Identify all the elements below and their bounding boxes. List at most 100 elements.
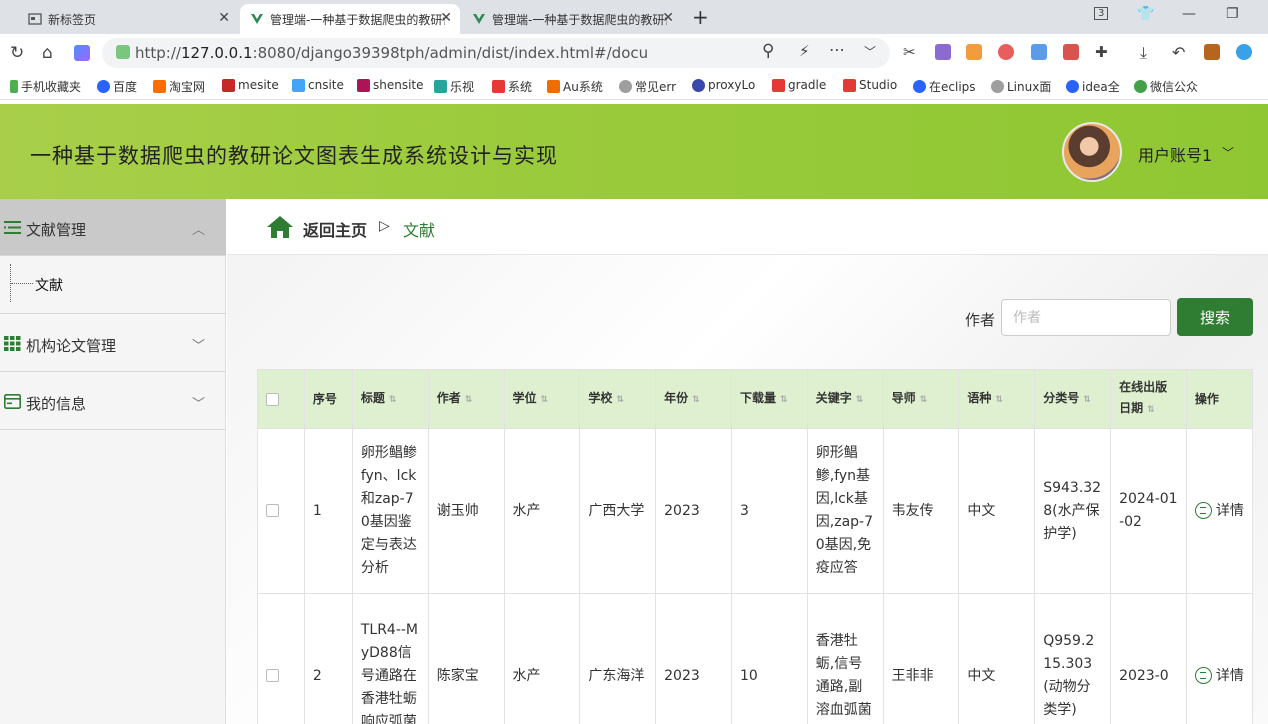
- table-row[interactable]: 1 卵形鲳鲹fyn、lck和zap-70基因鉴定与表达分析 谢玉帅 水产 广西大…: [257, 428, 1253, 594]
- sidebar-item-literature-management[interactable]: 文献管理 ︿: [0, 199, 226, 256]
- row-checkbox[interactable]: [266, 504, 279, 517]
- chevron-down-icon[interactable]: ﹀: [864, 43, 876, 60]
- sidebar-item-institution-papers[interactable]: 机构论文管理 ﹀: [0, 315, 226, 372]
- detail-button[interactable]: 详情: [1194, 502, 1244, 519]
- row-checkbox[interactable]: [266, 669, 279, 682]
- column-header[interactable]: 在线出版日期 ⇅: [1110, 369, 1187, 429]
- bookmark-item[interactable]: 在eclips: [913, 78, 976, 95]
- download-icon[interactable]: ⤓: [1140, 43, 1147, 63]
- breadcrumb-home-link[interactable]: 返回主页: [303, 217, 367, 241]
- ai-assistant-icon[interactable]: [74, 45, 90, 61]
- eye-icon[interactable]: [998, 44, 1014, 60]
- bookmark-item[interactable]: 乐视: [434, 78, 474, 95]
- bookmark-item[interactable]: Studio: [843, 78, 897, 92]
- sidebar-item-my-info[interactable]: 我的信息 ﹀: [0, 373, 226, 430]
- column-header[interactable]: 学位 ⇅: [503, 369, 581, 429]
- bookmark-item[interactable]: Au系统: [547, 78, 603, 95]
- tab-count-badge[interactable]: 3: [1094, 7, 1109, 20]
- home-nav-icon[interactable]: ⌂: [42, 43, 53, 63]
- scissors-icon[interactable]: ✂: [903, 43, 916, 61]
- bookmark-item[interactable]: 系统: [492, 78, 532, 95]
- column-header[interactable]: 导师 ⇅: [882, 369, 960, 429]
- row-select-cell: [257, 593, 305, 724]
- cell-downloads: 3: [730, 428, 808, 594]
- search-button[interactable]: 搜索: [1177, 298, 1253, 336]
- shirt-icon[interactable]: 👕: [1137, 6, 1154, 22]
- bookmark-item[interactable]: 淘宝网: [153, 78, 205, 95]
- more-icon[interactable]: ⋯: [829, 40, 845, 59]
- bookmark-item[interactable]: gradle: [772, 78, 826, 92]
- cell-school: 广东海洋: [579, 593, 657, 724]
- column-header[interactable]: 关键字 ⇅: [806, 369, 884, 429]
- sort-icon[interactable]: ⇅: [780, 395, 788, 405]
- cell-class-number: Q959.215.303(动物分类学): [1034, 593, 1112, 724]
- close-tab-icon[interactable]: ✕: [662, 10, 674, 26]
- column-header[interactable]: 下载量 ⇅: [730, 369, 808, 429]
- cell-actions: 详情: [1185, 593, 1253, 724]
- extension-box-icon[interactable]: [1063, 44, 1079, 60]
- column-header[interactable]: 分类号 ⇅: [1034, 369, 1112, 429]
- sort-icon[interactable]: ⇅: [389, 395, 397, 405]
- bookmark-item[interactable]: 手机收藏夹: [10, 78, 81, 95]
- browser-tab-new[interactable]: 新标签页 ✕: [18, 4, 238, 34]
- column-header[interactable]: 年份 ⇅: [655, 369, 732, 429]
- search-author-input[interactable]: [1001, 299, 1171, 336]
- close-tab-icon[interactable]: ✕: [440, 10, 452, 26]
- bookmark-item[interactable]: idea全: [1066, 78, 1120, 95]
- column-header[interactable]: 学校 ⇅: [579, 369, 657, 429]
- bookmark-item[interactable]: Linux面: [991, 78, 1051, 95]
- url-input[interactable]: http://127.0.0.1:8080/django39398tph/adm…: [102, 38, 890, 68]
- sort-icon[interactable]: ⇅: [692, 395, 700, 405]
- browser-tab-strip: 新标签页 ✕ 管理端-一种基于数据爬虫的教研论文图表生成系统设计与实现 ✕ 管理…: [0, 0, 1268, 34]
- cell-pub-date: 2024-01-02: [1110, 428, 1187, 594]
- browser-account-icon[interactable]: [1236, 44, 1252, 60]
- browser-tab-admin-1[interactable]: 管理端-一种基于数据爬虫的教研论文图表生成系统设计与实现 ✕: [240, 4, 460, 34]
- cell-keywords: 香港牡蛎,信号通路,副溶血弧菌: [806, 593, 884, 724]
- sort-icon[interactable]: ⇅: [995, 395, 1003, 405]
- sort-icon[interactable]: ⇅: [541, 395, 549, 405]
- site-security-icon[interactable]: [116, 45, 130, 59]
- chevron-down-icon[interactable]: ﹀: [1222, 144, 1234, 161]
- cell-keywords: 卵形鲳鲹,fyn基因,lck基因,zap-70基因,免疫应答: [806, 428, 884, 594]
- sort-icon[interactable]: ⇅: [856, 395, 864, 405]
- sort-icon[interactable]: ⇅: [920, 395, 928, 405]
- game-icon[interactable]: [966, 44, 982, 60]
- sort-icon[interactable]: ⇅: [1147, 405, 1155, 415]
- lightning-icon[interactable]: ⚡: [799, 42, 810, 60]
- cell-class-number: S943.328(水产保护学): [1034, 428, 1112, 594]
- minimize-icon[interactable]: —: [1182, 6, 1196, 22]
- bookmark-item[interactable]: cnsite: [292, 78, 344, 92]
- column-header[interactable]: 语种 ⇅: [958, 369, 1036, 429]
- home-icon[interactable]: [266, 215, 294, 239]
- select-all-checkbox[interactable]: [266, 392, 279, 406]
- cell-downloads: 10: [730, 593, 808, 724]
- reload-icon[interactable]: ↻: [10, 43, 24, 63]
- bookmark-item[interactable]: 百度: [97, 78, 137, 95]
- detail-button[interactable]: 详情: [1194, 667, 1244, 684]
- column-header: 序号: [303, 369, 353, 429]
- sort-icon[interactable]: ⇅: [1083, 395, 1091, 405]
- bookmark-item[interactable]: shensite: [357, 78, 424, 92]
- sort-icon[interactable]: ⇅: [616, 395, 624, 405]
- toolbox-icon[interactable]: [1204, 44, 1220, 60]
- mail-icon[interactable]: [1031, 44, 1047, 60]
- new-tab-button[interactable]: +: [692, 5, 709, 29]
- restore-icon[interactable]: ❐: [1226, 6, 1239, 22]
- bookmark-item[interactable]: 常见err: [619, 78, 676, 95]
- search-page-icon[interactable]: ⚲: [762, 41, 774, 61]
- close-tab-icon[interactable]: ✕: [218, 10, 230, 26]
- translate-icon[interactable]: [935, 44, 951, 60]
- undo-icon[interactable]: ↶: [1172, 43, 1185, 62]
- bookmark-item[interactable]: mesite: [222, 78, 279, 92]
- table-row[interactable]: 2 TLR4--MyD88信号通路在香港牡蛎响应弧菌 陈家宝 水产 广东海洋 2…: [257, 593, 1253, 724]
- avatar[interactable]: [1062, 122, 1122, 182]
- puzzle-icon[interactable]: ✚: [1095, 43, 1108, 61]
- bookmark-item[interactable]: proxyLo: [692, 78, 755, 92]
- sort-icon[interactable]: ⇅: [465, 395, 473, 405]
- sidebar-subitem-literature[interactable]: 文献: [35, 275, 63, 295]
- column-header[interactable]: 标题 ⇅: [351, 369, 429, 429]
- column-header[interactable]: 作者 ⇅: [427, 369, 505, 429]
- user-menu-label[interactable]: 用户账号1: [1138, 142, 1212, 166]
- bookmark-item[interactable]: 微信公众: [1134, 78, 1198, 95]
- browser-tab-admin-2[interactable]: 管理端-一种基于数据爬虫的教研论文图表生成系统设计与实现 ✕: [462, 4, 682, 34]
